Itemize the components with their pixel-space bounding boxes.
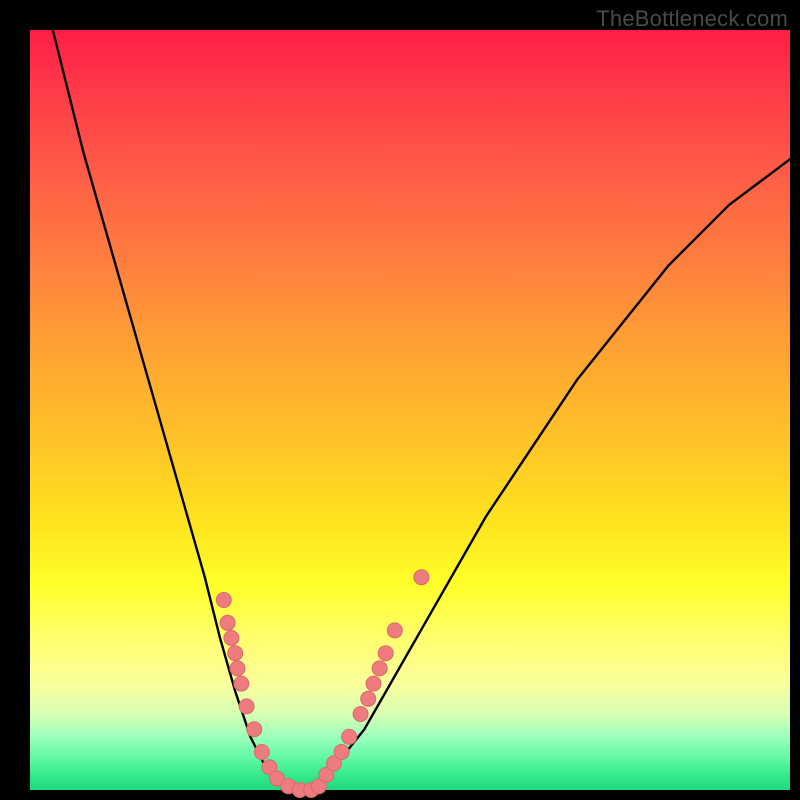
plot-area (30, 30, 790, 790)
data-dot (334, 745, 349, 760)
data-dot (342, 729, 357, 744)
watermark-text: TheBottleneck.com (596, 6, 788, 32)
data-dot (387, 623, 402, 638)
data-dot (366, 676, 381, 691)
data-dot (228, 646, 243, 661)
data-dot (353, 707, 368, 722)
data-dot (378, 646, 393, 661)
data-dot (247, 722, 262, 737)
data-dot (361, 691, 376, 706)
chart-frame: TheBottleneck.com (0, 0, 800, 800)
data-dot (230, 661, 245, 676)
data-dots (216, 570, 429, 798)
data-dot (372, 661, 387, 676)
data-dot (216, 593, 231, 608)
data-dot (220, 615, 235, 630)
data-dot (239, 699, 254, 714)
bottleneck-curve-line (53, 30, 790, 790)
bottleneck-curve-svg (30, 30, 790, 790)
data-dot (254, 745, 269, 760)
data-dot (224, 631, 239, 646)
data-dot (234, 676, 249, 691)
data-dot (414, 570, 429, 585)
